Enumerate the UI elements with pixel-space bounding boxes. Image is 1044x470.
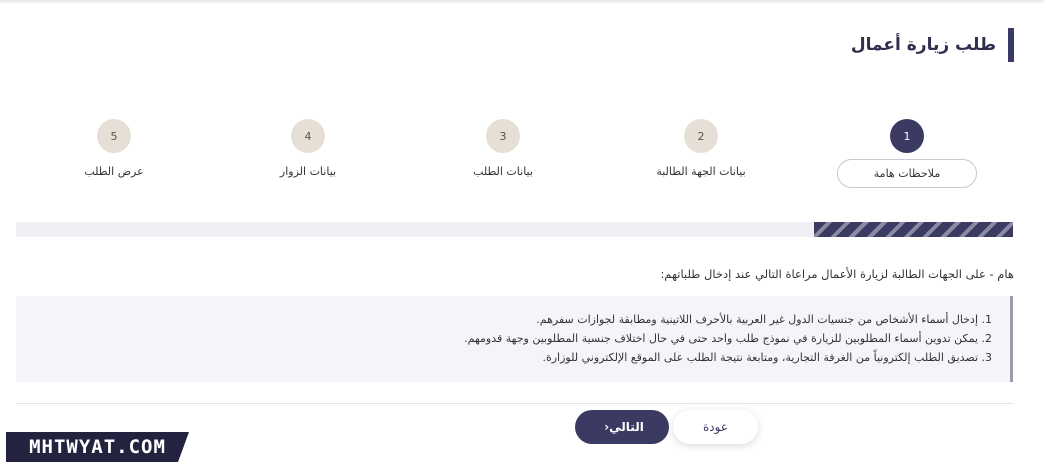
progress-bar bbox=[16, 222, 1013, 237]
progress-fill bbox=[813, 222, 1013, 237]
step-label: ملاحظات هامة bbox=[836, 159, 978, 188]
step-2[interactable]: 2 بيانات الجهة الطالبة bbox=[621, 119, 781, 178]
step-number: 2 bbox=[684, 119, 718, 153]
step-label: بيانات الزوار bbox=[279, 165, 337, 178]
notice-title: هام - على الجهات الطالبة لزيارة الأعمال … bbox=[660, 267, 1014, 281]
step-number: 5 bbox=[97, 119, 131, 153]
watermark-logo: MHTWYAT.COM bbox=[6, 432, 189, 462]
notes-box: 1. إدخال أسماء الأشخاص من جنسيات الدول غ… bbox=[16, 296, 1013, 382]
top-shadow bbox=[0, 0, 1044, 4]
step-4[interactable]: 4 بيانات الزوار bbox=[228, 119, 388, 178]
back-button[interactable]: عودة bbox=[673, 410, 758, 444]
page-header: طلب زيارة أعمال bbox=[851, 28, 1014, 62]
note-item: 3. تصديق الطلب إلكترونياً من الغرفة التج… bbox=[542, 351, 992, 364]
page-title: طلب زيارة أعمال bbox=[850, 35, 996, 55]
step-1[interactable]: 1 ملاحظات هامة bbox=[827, 119, 987, 188]
note-item: 2. يمكن تدوين أسماء المطلوبين للزيارة في… bbox=[464, 332, 992, 345]
step-label: بيانات الطلب bbox=[473, 165, 533, 178]
step-number: 1 bbox=[890, 119, 924, 153]
step-number: 4 bbox=[291, 119, 325, 153]
title-accent-bar bbox=[1008, 28, 1014, 62]
step-5[interactable]: 5 عرض الطلب bbox=[34, 119, 194, 178]
next-button-label: التالي bbox=[609, 420, 644, 434]
divider bbox=[16, 403, 1013, 404]
step-number: 3 bbox=[486, 119, 520, 153]
next-button[interactable]: › التالي bbox=[575, 410, 669, 444]
step-label: عرض الطلب bbox=[84, 165, 144, 178]
note-item: 1. إدخال أسماء الأشخاص من جنسيات الدول غ… bbox=[536, 313, 992, 326]
step-label: بيانات الجهة الطالبة bbox=[656, 165, 746, 178]
step-3[interactable]: 3 بيانات الطلب bbox=[423, 119, 583, 178]
